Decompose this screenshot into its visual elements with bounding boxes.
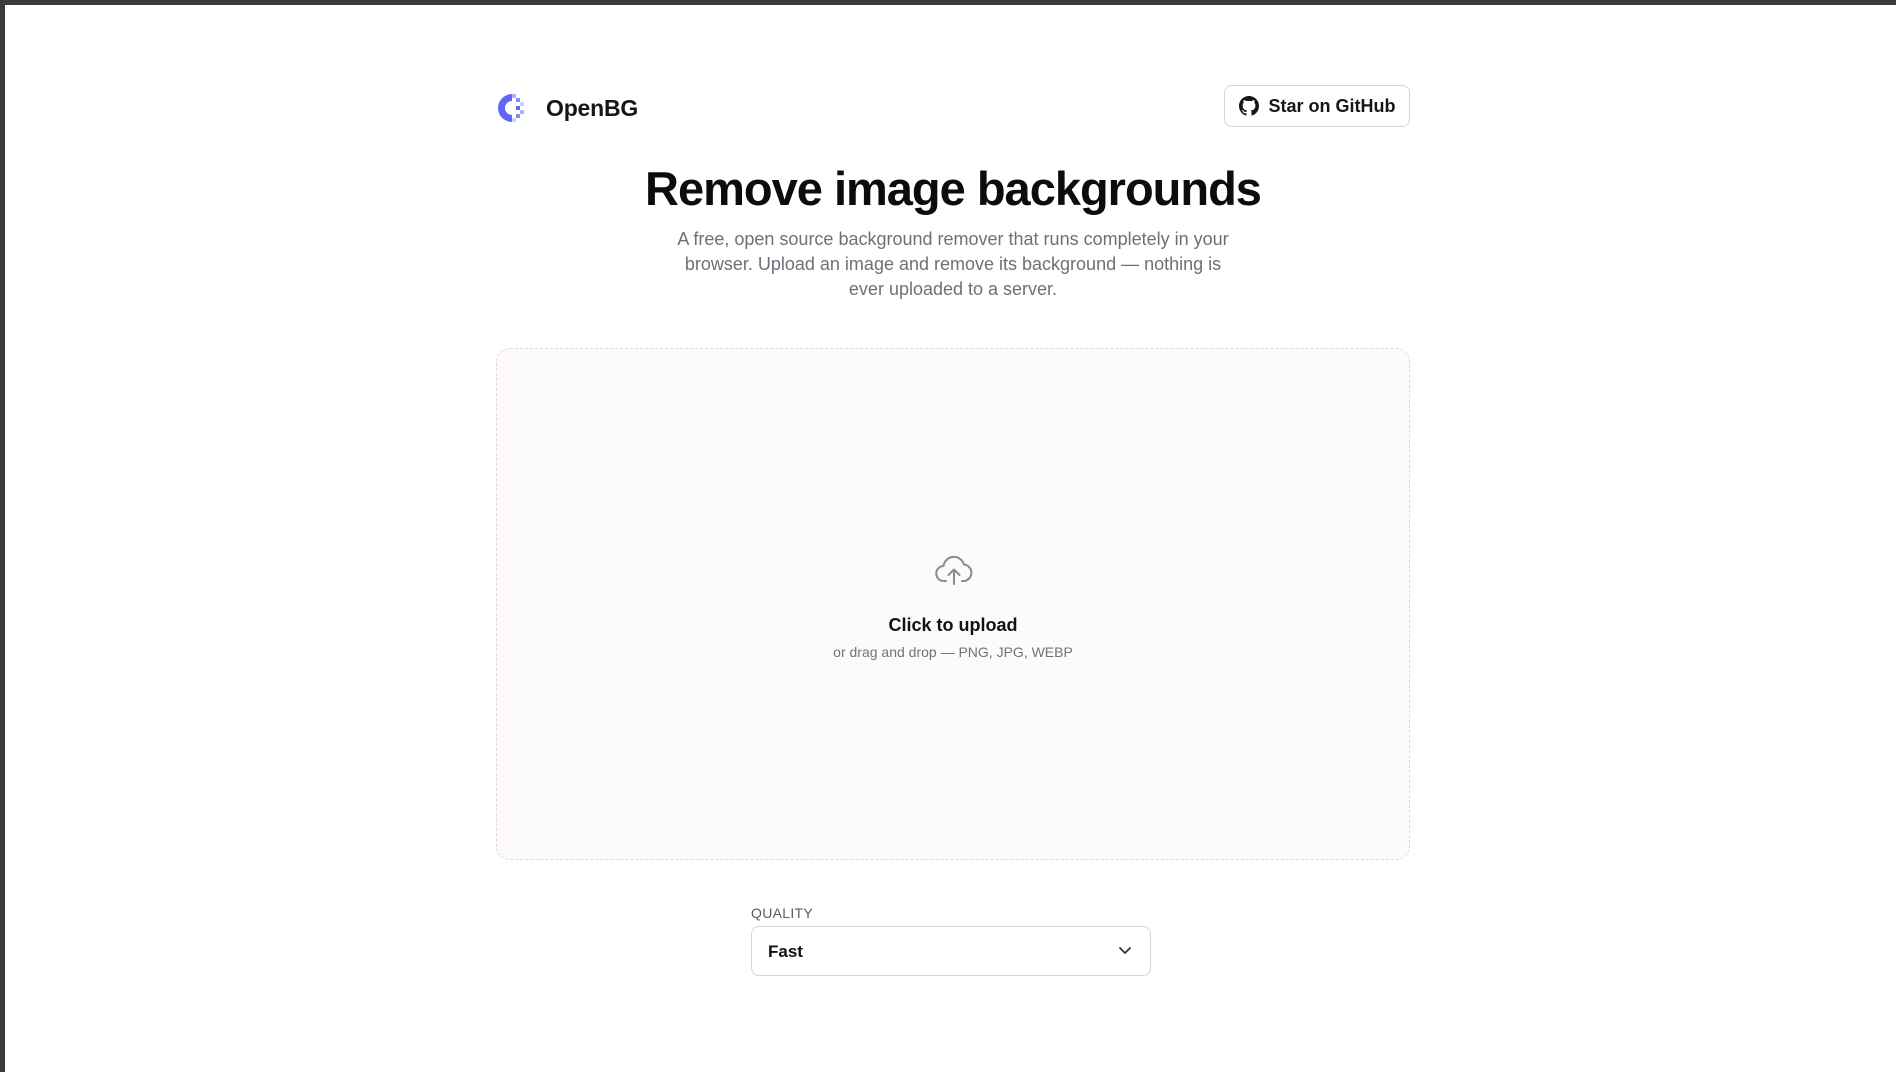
github-icon	[1238, 96, 1259, 116]
upload-hint: or drag and drop — PNG, JPG, WEBP	[833, 644, 1073, 660]
openbg-logo-icon	[498, 94, 524, 122]
quality-label: QUALITY	[751, 905, 814, 921]
site-header: OpenBG Star on GitHub	[496, 85, 1410, 131]
quality-selected-value: Fast	[768, 942, 803, 961]
upload-dropzone[interactable]: Click to upload or drag and drop — PNG, …	[496, 348, 1410, 860]
brand[interactable]: OpenBG	[496, 85, 638, 131]
github-button-label: Star on GitHub	[1268, 95, 1396, 116]
chevron-down-icon	[1119, 947, 1131, 954]
cloud-upload-icon	[935, 555, 973, 585]
upload-title: Click to upload	[888, 615, 1018, 635]
page-subtitle: A free, open source background remover t…	[677, 229, 1229, 299]
page-container: OpenBG Star on GitHub Remove image backg…	[496, 5, 1410, 1072]
page-title: Remove image backgrounds	[645, 162, 1262, 215]
brand-name: OpenBG	[546, 94, 639, 121]
browser-viewport: OpenBG Star on GitHub Remove image backg…	[5, 5, 1896, 1072]
star-on-github-button[interactable]: Star on GitHub	[1224, 85, 1410, 127]
quality-select[interactable]: Fast	[751, 926, 1151, 976]
